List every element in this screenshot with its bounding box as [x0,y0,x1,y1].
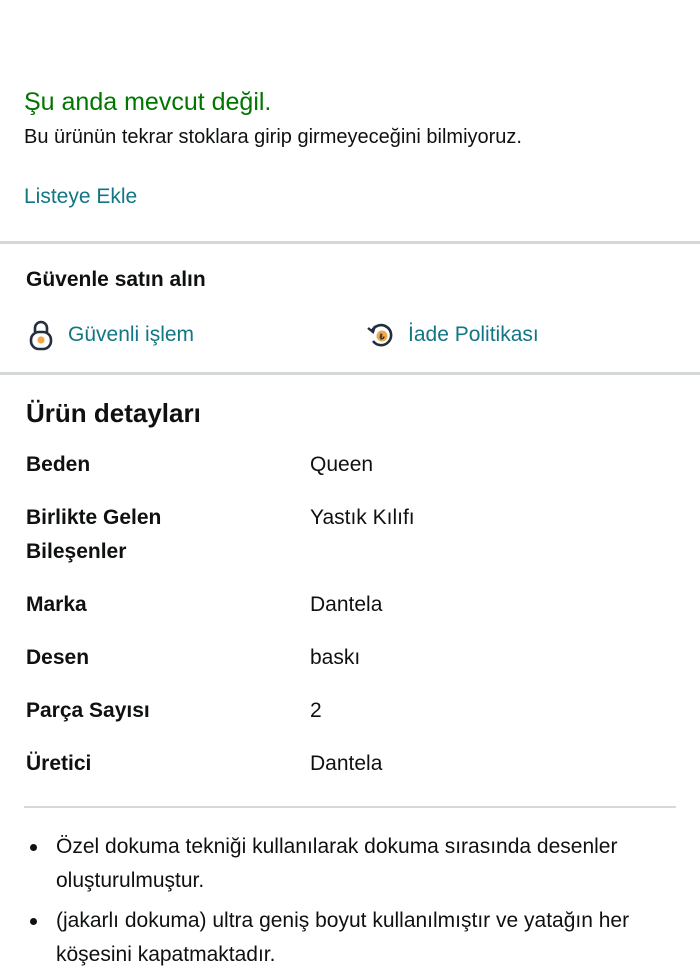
spec-row-pattern: Desen baskı [26,641,646,675]
feature-bullet-text: Özel dokuma tekniği kullanılarak dokuma … [56,835,618,892]
spec-row-components: Birlikte Gelen Bileşenler Yastık Kılıfı [26,501,646,569]
product-details-title: Ürün detayları [26,398,201,428]
spec-value: Dantela [310,752,383,775]
section-divider [0,241,700,244]
spec-row-size: Beden Queen [26,448,646,482]
restock-note: Bu ürünün tekrar stoklara girip girmeyec… [24,126,522,148]
spec-key: Desen [26,646,90,669]
details-divider [24,806,676,808]
spec-value: baskı [310,646,361,669]
add-to-list-link[interactable]: Listeye Ekle [24,185,137,209]
lock-icon [26,318,56,352]
spec-row-piece-count: Parça Sayısı 2 [26,694,646,728]
spec-key: Üretici [26,752,92,775]
bullet-dot-icon [30,918,37,925]
secure-transaction-link[interactable]: Güvenli işlem [26,318,194,352]
svg-text:₺: ₺ [379,333,385,342]
return-policy-label: İade Politikası [408,323,539,346]
spec-value: Yastık Kılıfı [310,506,415,529]
bullet-dot-icon [30,844,37,851]
spec-key: Beden [26,453,91,476]
spec-value: Queen [310,453,374,476]
feature-bullet-text: (jakarlı dokuma) ultra geniş boyut kulla… [56,909,630,966]
availability-status: Şu anda mevcut değil. [24,88,272,116]
secure-purchase-title: Güvenle satın alın [26,268,206,291]
section-divider [0,372,700,375]
spec-key: Parça Sayısı [26,699,150,722]
spec-row-brand: Marka Dantela [26,588,646,622]
feature-bullet: (jakarlı dokuma) ultra geniş boyut kulla… [24,904,664,972]
spec-value: Dantela [310,593,383,616]
secure-transaction-label: Güvenli işlem [68,323,195,346]
spec-value: 2 [310,699,322,722]
return-policy-link[interactable]: ₺ İade Politikası [366,318,539,352]
return-policy-icon: ₺ [366,318,396,352]
feature-bullet: Özel dokuma tekniği kullanılarak dokuma … [24,830,664,898]
feature-bullet-list: Özel dokuma tekniği kullanılarak dokuma … [24,830,664,978]
spec-key: Birlikte Gelen Bileşenler [26,506,162,563]
product-details-table: Beden Queen Birlikte Gelen Bileşenler Ya… [26,448,646,800]
spec-key: Marka [26,593,87,616]
spec-row-manufacturer: Üretici Dantela [26,747,646,781]
